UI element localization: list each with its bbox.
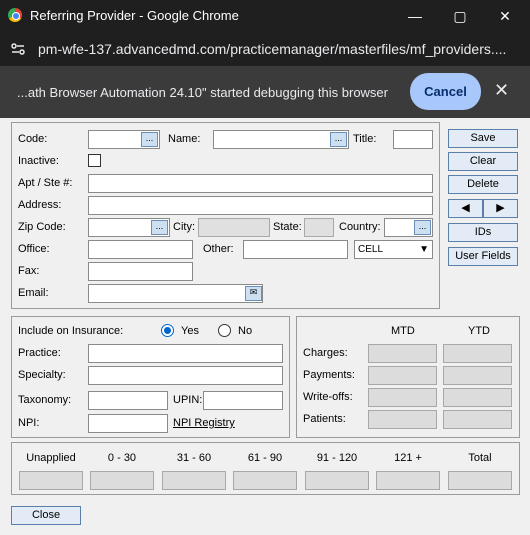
state-label: State: [273, 221, 302, 233]
address-bar[interactable]: pm-wfe-137.advancedmd.com/practicemanage… [0, 32, 530, 66]
fax-input[interactable] [88, 262, 193, 281]
next-record-button[interactable]: ▶ [483, 199, 518, 218]
include-yes-radio[interactable] [161, 324, 174, 337]
aging-header-91-120: 91 - 120 [316, 452, 358, 464]
zip-lookup-button[interactable]: ... [151, 220, 168, 235]
provider-details-panel [11, 122, 440, 309]
chevron-down-icon: ▼ [419, 244, 429, 255]
charges-label: Charges: [303, 347, 348, 359]
payments-mtd [368, 366, 437, 385]
window-titlebar: Referring Provider - Google Chrome — ▢ ✕ [0, 0, 530, 32]
taxonomy-label: Taxonomy: [18, 394, 72, 406]
aging-header-0-30: 0 - 30 [107, 452, 137, 464]
apt-label: Apt / Ste #: [18, 177, 73, 189]
write-offs-mtd [368, 388, 437, 407]
address-label: Address: [18, 199, 62, 211]
aging-total-value [448, 471, 512, 490]
taxonomy-input[interactable] [88, 391, 168, 410]
patients-ytd [443, 410, 512, 429]
upin-input[interactable] [203, 391, 283, 410]
close-window-icon[interactable]: ✕ [490, 4, 520, 28]
url-text: pm-wfe-137.advancedmd.com/practicemanage… [38, 41, 507, 57]
city-input [198, 218, 270, 237]
specialty-label: Specialty: [18, 369, 66, 381]
cancel-debug-button[interactable]: Cancel [410, 73, 481, 110]
include-yes-label: Yes [181, 325, 199, 337]
name-label: Name: [168, 133, 201, 145]
address-input[interactable] [88, 196, 433, 215]
country-label: Country: [339, 221, 381, 233]
ytd-header: YTD [468, 325, 490, 337]
minimize-icon[interactable]: — [400, 4, 430, 28]
upin-label: UPIN: [173, 394, 203, 406]
window-title: Referring Provider - Google Chrome [30, 8, 239, 23]
payments-label: Payments: [303, 369, 355, 381]
payments-ytd [443, 366, 512, 385]
aging-0-30-value [90, 471, 154, 490]
email-input[interactable] [88, 284, 263, 303]
other-phone-type-select[interactable]: CELL ▼ [354, 240, 433, 259]
previous-record-button[interactable]: ◀ [448, 199, 483, 218]
aging-header-unapplied: Unapplied [26, 452, 76, 464]
zip-label: Zip Code: [18, 221, 66, 233]
clear-button[interactable]: Clear [448, 152, 518, 171]
patients-label: Patients: [303, 413, 346, 425]
name-lookup-button[interactable]: ... [330, 132, 347, 147]
npi-registry-link[interactable]: NPI Registry [173, 417, 235, 429]
country-lookup-button[interactable]: ... [414, 220, 431, 235]
npi-input[interactable] [88, 414, 168, 433]
code-lookup-button[interactable]: ... [141, 132, 158, 147]
city-label: City: [173, 221, 195, 233]
aging-31-60-value [162, 471, 226, 490]
maximize-icon[interactable]: ▢ [445, 4, 475, 28]
include-no-label: No [238, 325, 253, 337]
practice-label: Practice: [18, 347, 61, 359]
practice-input[interactable] [88, 344, 283, 363]
aging-91-120-value [305, 471, 369, 490]
write-offs-label: Write-offs: [303, 391, 353, 403]
mtd-header: MTD [391, 325, 415, 337]
close-button[interactable]: Close [11, 506, 81, 525]
title-input[interactable] [393, 130, 433, 149]
npi-label: NPI: [18, 417, 40, 429]
title-label: Title: [353, 133, 377, 145]
ids-button[interactable]: IDs [448, 223, 518, 242]
aging-header-total: Total [468, 452, 492, 464]
email-send-icon[interactable]: ✉ [245, 286, 262, 301]
charges-ytd [443, 344, 512, 363]
charges-mtd [368, 344, 437, 363]
patients-mtd [368, 410, 437, 429]
chrome-icon [8, 8, 22, 22]
site-settings-icon[interactable] [10, 41, 26, 57]
office-label: Office: [18, 243, 50, 255]
aging-header-61-90: 61 - 90 [247, 452, 283, 464]
aging-61-90-value [233, 471, 297, 490]
write-offs-ytd [443, 388, 512, 407]
delete-button[interactable]: Delete [448, 175, 518, 194]
office-phone-input[interactable] [88, 240, 193, 259]
aging-header-31-60: 31 - 60 [176, 452, 212, 464]
include-on-insurance-label: Include on Insurance: [18, 325, 124, 337]
email-label: Email: [18, 287, 49, 299]
code-label: Code: [18, 133, 48, 145]
inactive-label: Inactive: [18, 155, 59, 167]
debug-message: ...ath Browser Automation 24.10" started… [17, 85, 388, 100]
specialty-input[interactable] [88, 366, 283, 385]
other-phone-type-value: CELL [358, 244, 384, 255]
apt-input[interactable] [88, 174, 433, 193]
save-button[interactable]: Save [448, 129, 518, 148]
user-fields-button[interactable]: User Fields [448, 247, 518, 266]
aging-121-plus-value [376, 471, 440, 490]
fax-label: Fax: [18, 265, 40, 277]
state-input [304, 218, 334, 237]
close-infobar-icon[interactable]: ✕ [494, 80, 509, 101]
aging-header-121-plus: 121 + [394, 452, 422, 464]
aging-unapplied-value [19, 471, 83, 490]
include-no-radio[interactable] [218, 324, 231, 337]
other-phone-input[interactable] [243, 240, 348, 259]
inactive-checkbox[interactable] [88, 154, 101, 167]
debug-infobar: ...ath Browser Automation 24.10" started… [0, 66, 530, 118]
other-label: Other: [203, 243, 234, 255]
name-input[interactable] [213, 130, 349, 149]
